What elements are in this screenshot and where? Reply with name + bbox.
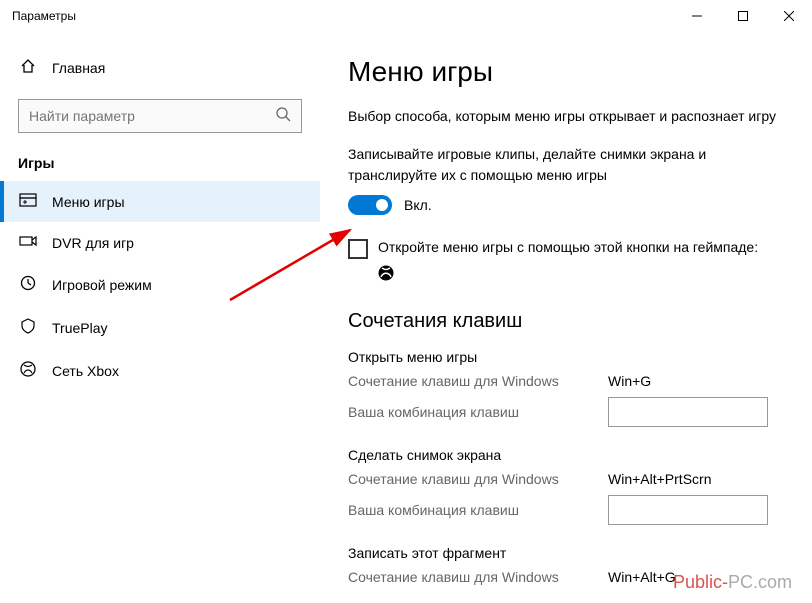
sidebar-item-label: TruePlay [52, 320, 108, 336]
watermark-red: Public- [673, 572, 728, 592]
search-input[interactable] [29, 108, 275, 124]
page-title: Меню игры [348, 56, 784, 88]
shortcut-group-screenshot: Сделать снимок экрана Сочетание клавиш д… [348, 447, 784, 525]
toggle-description: Записывайте игровые клипы, делайте снимк… [348, 144, 784, 185]
shortcut-win-label: Сочетание клавиш для Windows [348, 373, 608, 389]
game-mode-icon [18, 275, 38, 294]
search-icon [275, 106, 291, 127]
shortcut-win-label: Сочетание клавиш для Windows [348, 471, 608, 487]
sidebar-item-game-dvr[interactable]: DVR для игр [0, 222, 320, 263]
titlebar: Параметры [0, 0, 812, 32]
gamepad-checkbox-label: Откройте меню игры с помощью этой кнопки… [378, 239, 758, 255]
xbox-icon [18, 361, 38, 380]
sidebar-item-label: Сеть Xbox [52, 363, 119, 379]
sidebar-item-label: Игровой режим [52, 277, 152, 293]
sidebar-item-trueplay[interactable]: TruePlay [0, 306, 320, 349]
page-description: Выбор способа, которым меню игры открыва… [348, 106, 784, 126]
home-icon [18, 58, 38, 77]
shortcut-user-label: Ваша комбинация клавиш [348, 404, 608, 420]
shortcuts-heading: Сочетания клавиш [348, 310, 784, 333]
shortcut-group-open-gamebar: Открыть меню игры Сочетание клавиш для W… [348, 349, 784, 427]
game-bar-toggle[interactable] [348, 195, 392, 215]
minimize-button[interactable] [674, 0, 720, 32]
shortcut-title: Сделать снимок экрана [348, 447, 784, 463]
sidebar-item-game-mode[interactable]: Игровой режим [0, 263, 320, 306]
gamepad-checkbox[interactable] [348, 239, 368, 259]
watermark: Public-PC.com [673, 572, 792, 593]
sidebar-home[interactable]: Главная [0, 48, 320, 87]
search-box[interactable] [18, 99, 302, 133]
main-panel: Меню игры Выбор способа, которым меню иг… [320, 32, 812, 603]
sidebar-home-label: Главная [52, 60, 105, 76]
toggle-state-label: Вкл. [404, 197, 432, 213]
sidebar: Главная Игры Меню игры DVR для игр [0, 32, 320, 603]
sidebar-item-game-bar[interactable]: Меню игры [0, 181, 320, 222]
shortcut-title: Открыть меню игры [348, 349, 784, 365]
watermark-rest: PC.com [728, 572, 792, 592]
shortcut-user-input[interactable] [608, 397, 768, 427]
game-bar-icon [18, 193, 38, 210]
sidebar-item-xbox-networking[interactable]: Сеть Xbox [0, 349, 320, 392]
sidebar-item-label: Меню игры [52, 194, 125, 210]
shortcut-win-label: Сочетание клавиш для Windows [348, 569, 608, 585]
shortcut-win-value: Win+G [608, 373, 651, 389]
shortcut-user-label: Ваша комбинация клавиш [348, 502, 608, 518]
close-button[interactable] [766, 0, 812, 32]
trueplay-icon [18, 318, 38, 337]
shortcut-title: Записать этот фрагмент [348, 545, 784, 561]
shortcut-win-value: Win+Alt+G [608, 569, 676, 585]
window-controls [674, 0, 812, 32]
xbox-guide-icon [378, 265, 784, 286]
shortcut-user-input[interactable] [608, 495, 768, 525]
maximize-button[interactable] [720, 0, 766, 32]
dvr-icon [18, 234, 38, 251]
sidebar-section-title: Игры [0, 133, 320, 181]
window-title: Параметры [12, 9, 76, 23]
shortcut-win-value: Win+Alt+PrtScrn [608, 471, 711, 487]
sidebar-item-label: DVR для игр [52, 235, 134, 251]
